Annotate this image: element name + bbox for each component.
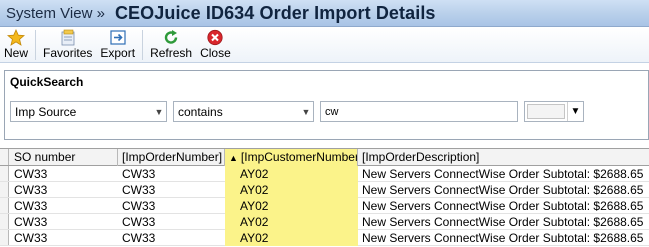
star-icon (7, 29, 25, 46)
cell-so-number[interactable]: CW33 (10, 198, 118, 214)
cell-imp-order-number[interactable]: CW33 (118, 166, 225, 182)
table-row[interactable]: CW33 CW33 AY02 New Servers ConnectWise Orde… (0, 182, 649, 198)
cell-imp-order-number[interactable]: CW33 (118, 182, 225, 198)
favorites-button[interactable]: Favorites (39, 28, 96, 60)
title-bar: System View » CEOJuice ID634 Order Impor… (0, 0, 649, 27)
color-filter-select[interactable]: ▼ (524, 101, 584, 122)
export-icon (110, 30, 126, 45)
row-indicator[interactable] (0, 166, 9, 181)
row-indicator[interactable] (0, 214, 9, 229)
search-value-input[interactable] (320, 101, 518, 122)
close-button-label: Close (200, 46, 231, 60)
refresh-button[interactable]: Refresh (146, 28, 196, 60)
column-header-imp-order-description[interactable]: [ImpOrderDescription] (358, 149, 649, 166)
close-icon (207, 29, 224, 46)
order-import-grid: SO number [ImpOrderNumber] ▲ [ImpCustomer… (0, 148, 649, 247)
column-header-imp-order-number[interactable]: [ImpOrderNumber] (118, 149, 225, 166)
table-row[interactable]: CW33 CW33 AY02 New Servers ConnectWise Orde… (0, 230, 649, 246)
column-header-so-number[interactable]: SO number (10, 149, 118, 166)
cell-so-number[interactable]: CW33 (10, 214, 118, 230)
refresh-button-label: Refresh (150, 46, 193, 60)
quicksearch-panel: QuickSearch Imp Source ▼ contains ▼ ▼ (4, 70, 649, 140)
table-row[interactable]: CW33 CW33 AY02 New Servers ConnectWise Orde… (0, 166, 649, 182)
search-field-value: Imp Source (15, 104, 77, 119)
column-header-imp-customer-number[interactable]: ▲ [ImpCustomerNumber] (225, 149, 358, 166)
column-header-imp-customer-number-label: [ImpCustomerNumber] (240, 150, 358, 164)
row-indicator[interactable] (0, 198, 9, 213)
quicksearch-title: QuickSearch (10, 75, 84, 89)
cell-so-number[interactable]: CW33 (10, 166, 118, 182)
export-button-label: Export (100, 46, 136, 60)
export-button[interactable]: Export (96, 28, 139, 60)
cell-imp-order-number[interactable]: CW33 (118, 214, 225, 230)
cell-imp-customer-number[interactable]: AY02 (225, 230, 358, 246)
toolbar-separator (35, 30, 37, 60)
page-title: CEOJuice ID634 Order Import Details (114, 2, 436, 23)
sort-ascending-icon: ▲ (229, 153, 238, 163)
refresh-icon (164, 30, 178, 44)
cell-imp-order-description[interactable]: New Servers ConnectWise Order Subtotal: … (358, 182, 649, 198)
table-row[interactable]: CW33 CW33 AY02 New Servers ConnectWise Orde… (0, 214, 649, 230)
system-view-breadcrumb[interactable]: System View » (0, 5, 105, 22)
cell-imp-order-number[interactable]: CW33 (118, 198, 225, 214)
chevron-down-icon: ▼ (301, 106, 311, 117)
row-indicator[interactable] (0, 230, 9, 245)
search-field-select[interactable]: Imp Source ▼ (10, 101, 167, 122)
cell-imp-order-description[interactable]: New Servers ConnectWise Order Subtotal: … (358, 166, 649, 182)
table-row[interactable]: CW33 CW33 AY02 New Servers ConnectWise Orde… (0, 198, 649, 214)
row-indicator[interactable] (0, 182, 9, 197)
cell-imp-order-description[interactable]: New Servers ConnectWise Order Subtotal: … (358, 198, 649, 214)
favorites-icon (61, 29, 75, 46)
favorites-button-label: Favorites (43, 46, 93, 60)
search-operator-select[interactable]: contains ▼ (173, 101, 314, 122)
cell-so-number[interactable]: CW33 (10, 230, 118, 246)
chevron-down-icon: ▼ (154, 106, 164, 117)
new-button[interactable]: New (0, 28, 32, 60)
cell-imp-customer-number[interactable]: AY02 (225, 182, 358, 198)
toolbar-separator (142, 30, 144, 60)
cell-imp-customer-number[interactable]: AY02 (225, 166, 358, 182)
cell-imp-order-number[interactable]: CW33 (118, 230, 225, 246)
cell-imp-order-description[interactable]: New Servers ConnectWise Order Subtotal: … (358, 214, 649, 230)
grid-header: SO number [ImpOrderNumber] ▲ [ImpCustomer… (0, 148, 649, 166)
cell-so-number[interactable]: CW33 (10, 182, 118, 198)
cell-imp-order-description[interactable]: New Servers ConnectWise Order Subtotal: … (358, 230, 649, 246)
row-indicator-header (0, 149, 9, 165)
close-button[interactable]: Close (196, 28, 235, 60)
color-swatch (527, 104, 565, 119)
new-button-label: New (4, 46, 29, 60)
dropdown-arrow-icon: ▼ (567, 102, 583, 121)
cell-imp-customer-number[interactable]: AY02 (225, 198, 358, 214)
cell-imp-customer-number[interactable]: AY02 (225, 214, 358, 230)
toolbar: New Favorites Export Refresh Close (0, 28, 649, 63)
search-operator-value: contains (178, 104, 223, 119)
